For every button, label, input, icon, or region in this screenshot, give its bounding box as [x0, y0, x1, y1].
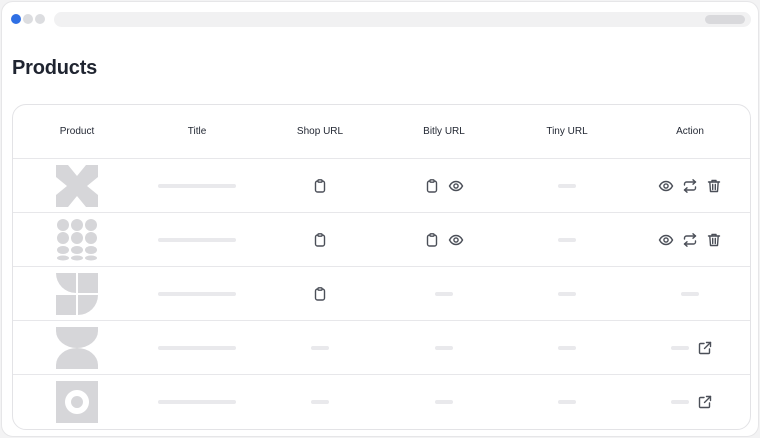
- bitly-url-cell: [435, 375, 453, 429]
- products-table: Product Title Shop URL Bitly URL Tiny UR…: [12, 104, 751, 430]
- bitly-url-cell: [424, 213, 464, 267]
- action-placeholder: [671, 346, 689, 350]
- action-placeholder: [681, 292, 699, 296]
- copy-icon[interactable]: [424, 178, 440, 194]
- title-cell: [158, 375, 236, 429]
- table-header: Product Title Shop URL Bitly URL Tiny UR…: [13, 105, 750, 159]
- product-thumbnail: [56, 219, 98, 261]
- bitly-url-placeholder: [435, 346, 453, 350]
- title-cell: [158, 159, 236, 213]
- title-cell: [158, 267, 236, 321]
- action-cell: [671, 321, 713, 375]
- shop-url-cell: [311, 375, 329, 429]
- address-bar-action[interactable]: [705, 15, 745, 24]
- title-cell: [158, 321, 236, 375]
- action-cell: [658, 213, 722, 267]
- eye-icon[interactable]: [658, 232, 674, 248]
- product-cell: [56, 159, 98, 213]
- copy-icon[interactable]: [312, 178, 328, 194]
- shop-url-cell: [312, 267, 328, 321]
- repeat-icon[interactable]: [682, 178, 698, 194]
- table-row: [13, 375, 750, 429]
- tiny-url-placeholder: [558, 238, 576, 242]
- bitly-url-cell: [435, 321, 453, 375]
- tiny-url-placeholder: [558, 400, 576, 404]
- tiny-url-cell: [558, 321, 576, 375]
- title-placeholder: [158, 184, 236, 188]
- tiny-url-placeholder: [558, 346, 576, 350]
- column-header-shop-url: Shop URL: [296, 126, 344, 137]
- address-bar[interactable]: [54, 12, 751, 27]
- action-cell: [658, 159, 722, 213]
- product-cell: [56, 321, 98, 375]
- product-thumbnail: [56, 327, 98, 369]
- eye-icon[interactable]: [448, 178, 464, 194]
- tiny-url-cell: [558, 267, 576, 321]
- title-cell: [158, 213, 236, 267]
- column-header-tiny-url: Tiny URL: [546, 126, 588, 137]
- column-header-bitly-url: Bitly URL: [423, 126, 465, 137]
- title-placeholder: [158, 346, 236, 350]
- shop-url-cell: [312, 159, 328, 213]
- tiny-url-cell: [558, 159, 576, 213]
- window-close-dot[interactable]: [11, 14, 21, 24]
- title-placeholder: [158, 400, 236, 404]
- table-row: [13, 213, 750, 267]
- bitly-url-placeholder: [435, 292, 453, 296]
- copy-icon[interactable]: [424, 232, 440, 248]
- column-header-product: Product: [59, 126, 95, 137]
- trash-icon[interactable]: [706, 178, 722, 194]
- product-cell: [56, 267, 98, 321]
- eye-icon[interactable]: [658, 178, 674, 194]
- product-cell: [56, 375, 98, 429]
- action-cell: [681, 267, 699, 321]
- trash-icon[interactable]: [706, 232, 722, 248]
- product-thumbnail: [56, 273, 98, 315]
- external-link-icon[interactable]: [697, 340, 713, 356]
- tiny-url-placeholder: [558, 184, 576, 188]
- column-header-title: Title: [187, 126, 207, 137]
- table-row: [13, 159, 750, 213]
- bitly-url-cell: [424, 159, 464, 213]
- tiny-url-cell: [558, 213, 576, 267]
- title-placeholder: [158, 238, 236, 242]
- column-header-action: Action: [676, 126, 704, 137]
- window-minimize-dot[interactable]: [23, 14, 33, 24]
- product-thumbnail: [56, 381, 98, 423]
- bitly-url-cell: [435, 267, 453, 321]
- shop-url-placeholder: [311, 346, 329, 350]
- shop-url-cell: [311, 321, 329, 375]
- tiny-url-placeholder: [558, 292, 576, 296]
- eye-icon[interactable]: [448, 232, 464, 248]
- action-placeholder: [671, 400, 689, 404]
- product-thumbnail: [56, 165, 98, 207]
- copy-icon[interactable]: [312, 232, 328, 248]
- action-cell: [671, 375, 713, 429]
- product-cell: [56, 213, 98, 267]
- shop-url-cell: [312, 213, 328, 267]
- repeat-icon[interactable]: [682, 232, 698, 248]
- tiny-url-cell: [558, 375, 576, 429]
- bitly-url-placeholder: [435, 400, 453, 404]
- shop-url-placeholder: [311, 400, 329, 404]
- browser-window: Products Product Title Shop URL Bitly UR…: [1, 1, 759, 437]
- window-maximize-dot[interactable]: [35, 14, 45, 24]
- title-placeholder: [158, 292, 236, 296]
- external-link-icon[interactable]: [697, 394, 713, 410]
- copy-icon[interactable]: [312, 286, 328, 302]
- page-title: Products: [12, 57, 98, 79]
- table-row: [13, 321, 750, 375]
- table-row: [13, 267, 750, 321]
- title-bar: [2, 2, 758, 36]
